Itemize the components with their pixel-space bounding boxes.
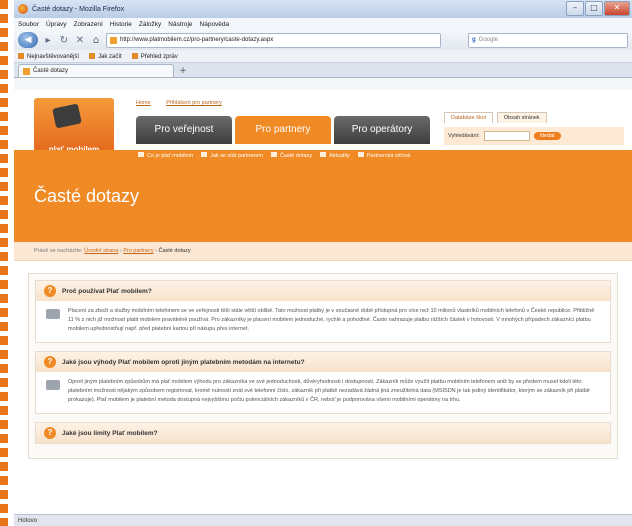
menu-history[interactable]: Historie xyxy=(110,21,132,28)
tab-current[interactable]: Časté dotazy xyxy=(18,64,174,77)
subnav-faq[interactable]: Časté dotazy xyxy=(271,152,312,159)
stop-icon[interactable]: ✕ xyxy=(74,35,86,46)
breadcrumb-separator: › xyxy=(155,248,157,254)
window-controls: – □ ✕ xyxy=(566,1,630,16)
bookmark-most-visited[interactable]: Nejnavštěvovanější xyxy=(18,53,79,60)
search-box[interactable]: g Google xyxy=(468,32,628,48)
faq-item: ? Jaké jsou limity Plať mobilem? xyxy=(35,422,611,444)
subnav-news[interactable]: Aktuality xyxy=(320,152,350,159)
menu-help[interactable]: Nápověda xyxy=(200,21,230,28)
sub-navigation: Co je plať mobilem Jak se stát partnerem… xyxy=(138,152,410,159)
menu-view[interactable]: Zobrazení xyxy=(74,21,103,28)
menu-tools[interactable]: Nástroje xyxy=(168,21,192,28)
main-navigation: Pro veřejnost Pro partnery Pro operátory xyxy=(136,116,430,144)
site-logo[interactable]: plať mobilem xyxy=(34,98,114,156)
subnav-become-partner[interactable]: Jak se stát partnerem xyxy=(201,152,263,159)
tab-page-content[interactable]: Obsah stránek xyxy=(496,112,547,123)
tab-partners[interactable]: Pro partnery xyxy=(235,116,331,144)
breadcrumb-home[interactable]: Úvodní strana xyxy=(84,248,118,254)
question-icon: ? xyxy=(44,356,56,368)
breadcrumb-partners[interactable]: Pro partnery xyxy=(123,248,153,254)
tab-strip: Časté dotazy + xyxy=(14,63,632,78)
site-search-button[interactable]: hledat xyxy=(533,132,561,140)
browser-window: Časté dotazy - Mozilla Firefox – □ ✕ Sou… xyxy=(14,0,632,526)
menu-file[interactable]: Soubor xyxy=(18,21,39,28)
breadcrumb-separator: › xyxy=(119,248,122,254)
forward-arrow-icon[interactable]: ▸ xyxy=(42,35,54,46)
phone-icon xyxy=(52,103,82,129)
top-links: Home Přihlášení pro partnery xyxy=(136,100,236,106)
subnav-what-is[interactable]: Co je plať mobilem xyxy=(138,152,193,159)
speech-bubble-icon xyxy=(46,380,60,390)
faq-question[interactable]: ? Jaké jsou limity Plať mobilem? xyxy=(36,423,610,443)
tab-label: Časté dotazy xyxy=(33,68,69,74)
faq-answer: Placení za zboží a služby mobilním telef… xyxy=(36,301,610,342)
address-text: http://www.platmobilem.cz/pro-partnery/c… xyxy=(120,37,274,43)
window-title: Časté dotazy - Mozilla Firefox xyxy=(32,5,125,13)
speech-bubble-icon xyxy=(46,309,60,319)
bookmark-getting-started[interactable]: Jak začít xyxy=(89,53,122,60)
home-icon[interactable]: ⌂ xyxy=(90,35,102,46)
tab-favicon-icon xyxy=(23,67,30,75)
site-search-label: Vyhledávání: xyxy=(448,133,480,139)
menu-bookmarks[interactable]: Záložky xyxy=(139,21,161,28)
site-search-input[interactable] xyxy=(483,131,530,141)
faq-answer: Oproti jiným platebním způsobům má plať … xyxy=(36,372,610,413)
question-icon: ? xyxy=(44,427,56,439)
question-icon: ? xyxy=(44,285,56,297)
minimize-icon[interactable]: – xyxy=(566,1,584,16)
new-tab-icon[interactable]: + xyxy=(176,65,190,77)
faq-question[interactable]: ? Jaké jsou výhody Plať mobilem oproti j… xyxy=(36,352,610,372)
faq-answer-text: Oproti jiným platebním způsobům má plať … xyxy=(68,379,590,403)
bookmark-latest-headlines[interactable]: Přehled zpráv xyxy=(132,53,178,60)
site-search-panel: Databáze škol Obsah stránek Vyhledávání:… xyxy=(444,112,624,150)
bookmarks-toolbar: Nejnavštěvovanější Jak začít Přehled zpr… xyxy=(14,50,632,63)
page-title: Časté dotazy xyxy=(34,186,140,206)
page-edge-decoration xyxy=(0,0,8,526)
search-mode-tabs: Databáze škol Obsah stránek xyxy=(444,112,624,123)
tab-school-database[interactable]: Databáze škol xyxy=(444,112,493,123)
faq-question-text: Jaké jsou limity Plať mobilem? xyxy=(62,429,158,437)
subnav-partner-network[interactable]: Partnerská síťová xyxy=(358,152,410,159)
breadcrumb-prefix: Právě se nacházíte: xyxy=(34,248,83,254)
address-bar[interactable]: http://www.platmobilem.cz/pro-partnery/c… xyxy=(106,32,441,48)
breadcrumb-current: Časté dotazy xyxy=(158,248,191,254)
search-placeholder: Google xyxy=(478,37,499,43)
faq-question-text: Proč používat Plať mobilem? xyxy=(62,287,152,295)
firefox-icon xyxy=(18,4,28,14)
site-search-row: Vyhledávání: hledat xyxy=(444,127,624,145)
faq-list: ? Proč používat Plať mobilem? Placení za… xyxy=(28,273,618,459)
breadcrumb: Právě se nacházíte: Úvodní strana › Pro … xyxy=(14,242,632,261)
page-header-band: Co je plať mobilem Jak se stát partnerem… xyxy=(14,150,632,242)
menu-bar: Soubor Úpravy Zobrazení Historie Záložky… xyxy=(14,18,632,30)
faq-question-text: Jaké jsou výhody Plať mobilem oproti jin… xyxy=(62,358,305,366)
web-page: Home Přihlášení pro partnery Pro veřejno… xyxy=(14,90,632,514)
reload-icon[interactable]: ↻ xyxy=(58,35,70,46)
faq-question[interactable]: ? Proč používat Plať mobilem? xyxy=(36,281,610,301)
menu-edit[interactable]: Úpravy xyxy=(46,21,67,28)
status-bar: Hotovo xyxy=(14,514,632,526)
site-favicon-icon xyxy=(110,36,117,44)
close-icon[interactable]: ✕ xyxy=(604,1,630,16)
home-link[interactable]: Home xyxy=(136,100,151,106)
faq-item: ? Proč používat Plať mobilem? Placení za… xyxy=(35,280,611,343)
maximize-icon[interactable]: □ xyxy=(585,1,603,16)
google-icon: g xyxy=(472,37,476,43)
title-bar: Časté dotazy - Mozilla Firefox – □ ✕ xyxy=(14,0,632,18)
tab-public[interactable]: Pro veřejnost xyxy=(136,116,232,144)
tab-operators[interactable]: Pro operátory xyxy=(334,116,430,144)
faq-item: ? Jaké jsou výhody Plať mobilem oproti j… xyxy=(35,351,611,414)
navigation-toolbar: ◀ ▸ ↻ ✕ ⌂ http://www.platmobilem.cz/pro-… xyxy=(14,30,632,50)
back-arrow-icon[interactable]: ◀ xyxy=(18,32,38,48)
partner-login-link[interactable]: Přihlášení pro partnery xyxy=(166,100,222,106)
faq-answer-text: Placení za zboží a služby mobilním telef… xyxy=(68,308,595,332)
